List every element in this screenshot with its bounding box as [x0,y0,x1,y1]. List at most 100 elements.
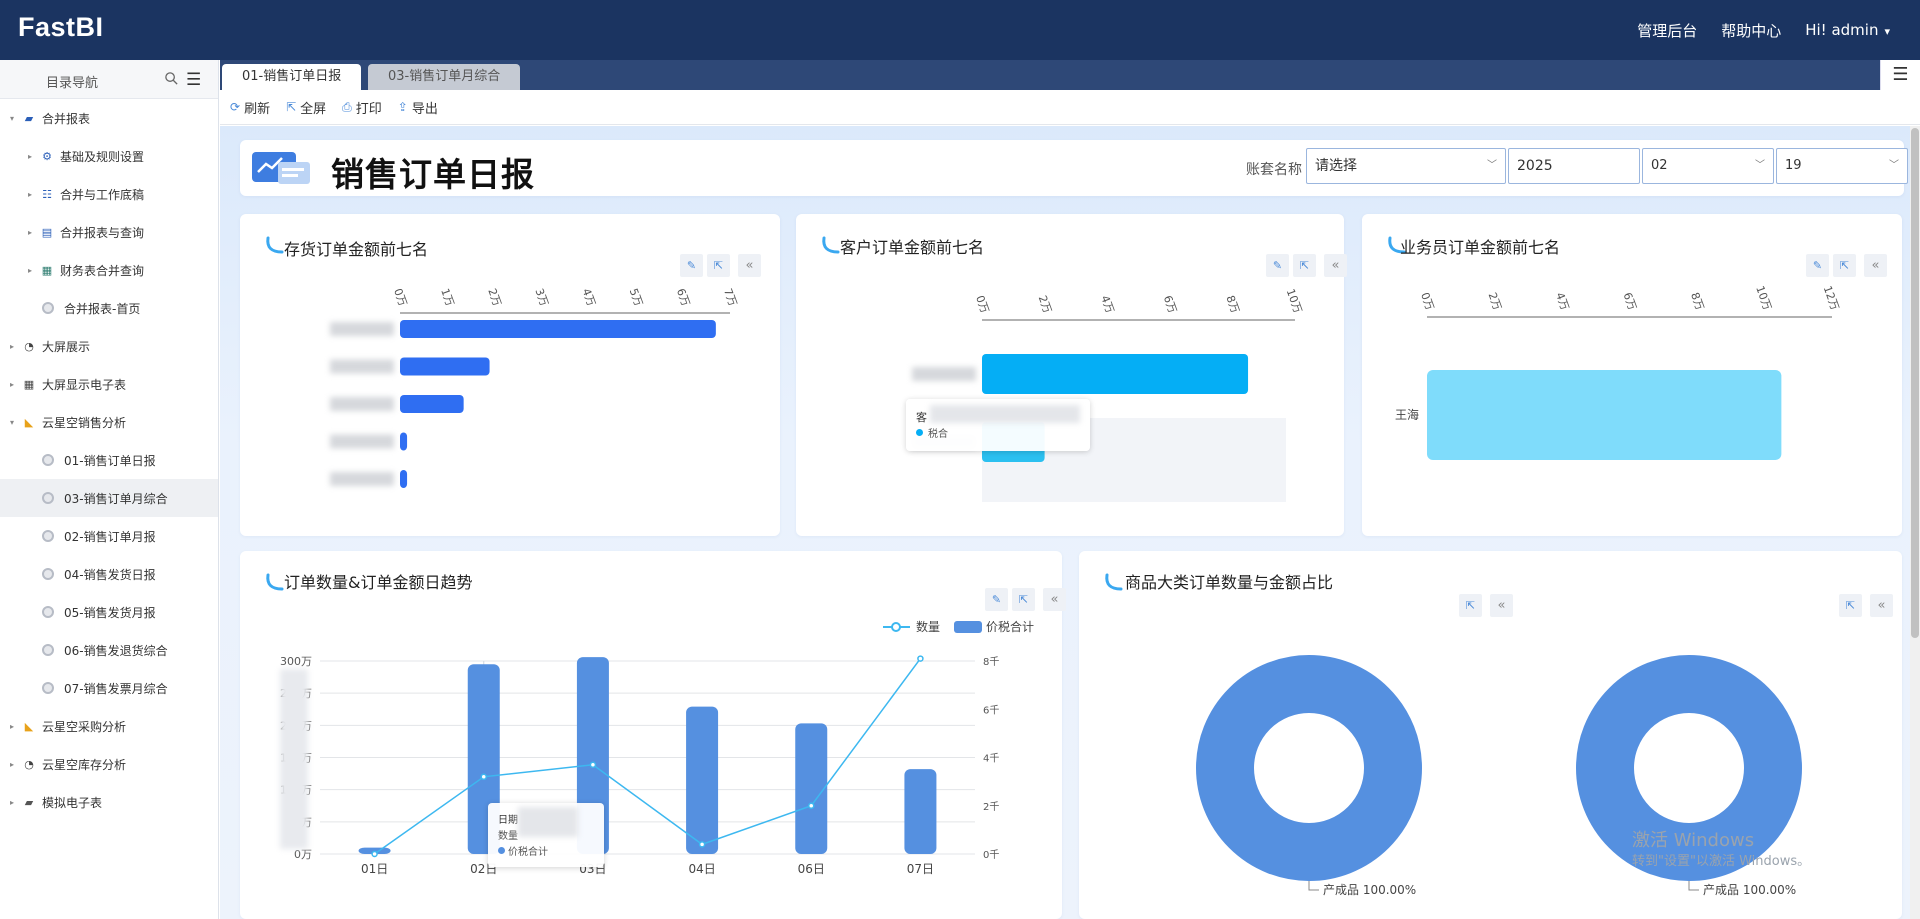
right-y-tick-label: 0千 [983,849,999,861]
help-center-link[interactable]: 帮助中心 [1721,20,1781,41]
sidebar-item[interactable]: ▸ ▦ 财务表合并查询 [0,251,218,289]
chevron-right-icon[interactable]: ▸ [6,722,18,731]
sidebar-item-label: 基础及规则设置 [60,149,145,164]
sidebar-item[interactable]: 合并报表-首页 [0,289,218,327]
x-tick-label: 8万 [1688,291,1706,312]
sidebar-item[interactable]: ▸ ◔ 大屏展示 [0,327,218,365]
tab-sales-order-monthly[interactable]: 03-销售订单月综合 [368,64,521,90]
tab-sales-order-daily[interactable]: 01-销售订单日报 [222,64,362,90]
sidebar-header: 目录导航 ☰ [0,60,218,99]
sidebar: 目录导航 ☰ ▾ ▰ 合并报表 ▸ ⚙ 基础及规则设置 ▸ ☷ 合并与工作底稿 ▸ ▤ 合并报表与查询… [0,60,219,919]
chevron-down-icon[interactable]: ▾ [6,418,18,427]
left-y-tick-label: 0万 [294,848,312,861]
month-select[interactable]: 02 ﹀ [1642,148,1774,184]
chevron-right-icon[interactable]: ▸ [24,228,36,237]
chevron-right-icon[interactable]: ▸ [6,342,18,351]
chart-tooltip: 客 税合 [906,399,1090,451]
x-tick-label: 2万 [1486,291,1504,312]
chevron-down-icon: ▾ [1884,25,1890,38]
legend-label: 价税合计 [986,619,1034,634]
refresh-label: 刷新 [244,101,271,117]
page-icon [42,606,54,618]
bar [400,320,716,338]
right-y-tick-label: 6千 [983,704,999,716]
chevron-down-icon: ﹀ [1487,160,1497,171]
x-tick-label: 06日 [798,862,825,876]
inventory-top7-card: 存货订单金额前七名 ✎ ⇱ « 0万 1万 2万 3万 4万 5万 6万 7万 [240,214,780,536]
sidebar-item[interactable]: 02-销售订单月报 [0,517,218,555]
sidebar-item-label: 合并与工作底稿 [60,187,145,202]
chevron-right-icon[interactable]: ▸ [24,152,36,161]
sidebar-item[interactable]: 04-销售发货日报 [0,555,218,593]
x-tick-label: 6万 [1161,294,1179,315]
sidebar-item[interactable]: 03-销售订单月综合 [0,479,218,517]
export-label: 导出 [411,101,438,117]
tab-list-menu-icon[interactable]: ☰ [1880,60,1920,90]
sidebar-item[interactable]: ▸ ◔ 云星空库存分析 [0,745,218,783]
sidebar-item[interactable]: ▸ ◣ 云星空采购分析 [0,707,218,745]
fullscreen-button[interactable]: ⇱ 全屏 [286,98,326,117]
sidebar-item-label: 02-销售订单月报 [64,529,156,544]
legend-bar-swatch [954,621,982,633]
fullscreen-icon: ⇱ [286,100,297,114]
sidebar-item[interactable]: ▸ ▰ 模拟电子表 [0,783,218,821]
redacted-text [930,405,1080,423]
chevron-right-icon[interactable]: ▸ [6,380,18,389]
tooltip-title: 客 [916,411,927,424]
sidebar-item-label: 05-销售发货月报 [64,605,156,620]
account-select[interactable]: 请选择 ﹀ [1306,148,1506,184]
refresh-button[interactable]: ⟳ 刷新 [230,98,270,117]
bar [400,395,464,413]
sidebar-item[interactable]: ▾ ◣ 云星空销售分析 [0,403,218,441]
search-icon[interactable] [164,71,179,86]
admin-console-link[interactable]: 管理后台 [1637,20,1697,41]
sidebar-title: 目录导航 [46,76,99,91]
sidebar-item[interactable]: 06-销售发退货综合 [0,631,218,669]
chevron-right-icon[interactable]: ▸ [6,760,18,769]
chevron-down-icon[interactable]: ▾ [6,114,18,123]
sidebar-item[interactable]: 05-销售发货月报 [0,593,218,631]
chevron-right-icon[interactable]: ▸ [24,266,36,275]
sidebar-item[interactable]: ▸ ⚙ 基础及规则设置 [0,137,218,175]
export-button[interactable]: ⇪ 导出 [398,98,438,117]
line-point [698,841,706,848]
sidebar-item[interactable]: 07-销售发票月综合 [0,669,218,707]
sidebar-item-label: 01-销售订单日报 [64,453,156,468]
legend-label: 数量 [916,619,940,634]
account-select-value: 请选择 [1315,158,1357,174]
x-tick-label: 6万 [1621,291,1639,312]
salesperson-bar-chart: 0万 2万 4万 6万 8万 10万 12万王海 [1395,284,1842,460]
sidebar-item[interactable]: ▸ ☷ 合并与工作底稿 [0,175,218,213]
sidebar-item[interactable]: 01-销售订单日报 [0,441,218,479]
sidebar-item[interactable]: ▾ ▰ 合并报表 [0,99,218,137]
year-input[interactable]: 2025 [1508,148,1640,184]
pie-chart-icon: ◔ [24,757,34,771]
x-tick-label: 0万 [391,287,409,308]
x-tick-label: 12万 [1821,284,1842,312]
bar [400,357,490,376]
scrollbar-thumb[interactable] [1911,128,1919,638]
chevron-down-icon: ﹀ [1889,160,1899,171]
sliders-icon: ☷ [42,187,52,201]
customer-top7-card: 客户订单金额前七名 ✎ ⇱ « 0万 2万 4万 6万 8万 10万 客 税合 [796,214,1347,536]
collapse-menu-icon[interactable]: ☰ [186,70,201,90]
sidebar-item-label: 云星空库存分析 [42,757,127,772]
sidebar-item[interactable]: ▸ ▤ 合并报表与查询 [0,213,218,251]
x-tick-label: 0万 [1418,291,1436,312]
donut-slice [1196,655,1422,881]
content-scrollbar[interactable] [1910,126,1920,919]
area-chart-icon: ◣ [24,415,34,429]
year-value: 2025 [1517,158,1553,174]
day-select[interactable]: 19 ﹀ [1776,148,1908,184]
series-dot [916,429,923,436]
tooltip-series: 税合 [928,429,948,440]
month-value: 02 [1651,158,1668,173]
sidebar-item[interactable]: ▸ ▦ 大屏显示电子表 [0,365,218,403]
user-menu[interactable]: Hi! admin ▾ [1805,21,1890,39]
print-button[interactable]: ⎙ 打印 [342,98,382,117]
chevron-right-icon[interactable]: ▸ [6,798,18,807]
sidebar-item-label: 合并报表与查询 [60,225,145,240]
sidebar-item-label: 07-销售发票月综合 [64,681,168,696]
chevron-right-icon[interactable]: ▸ [24,190,36,199]
x-tick-label: 4万 [1098,294,1116,315]
